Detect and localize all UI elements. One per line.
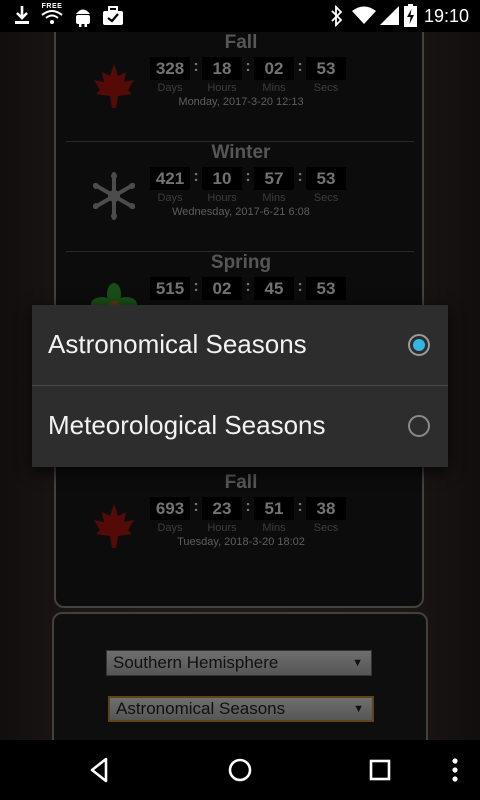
radio-button-checked[interactable] xyxy=(408,334,430,356)
wifi-waves-icon xyxy=(41,10,63,24)
back-icon[interactable] xyxy=(84,754,116,786)
wifi-badge-text: FREE xyxy=(41,3,63,10)
briefcase-check-icon xyxy=(103,6,123,25)
wifi-free-icon: FREE xyxy=(40,3,64,27)
option-meteorological-seasons[interactable]: Meteorological Seasons xyxy=(32,386,448,466)
option-label: Astronomical Seasons xyxy=(48,329,307,359)
wifi-icon xyxy=(352,6,376,24)
android-icon xyxy=(76,9,90,27)
status-bar: FREE 19:10 xyxy=(0,0,480,32)
cell-signal-icon xyxy=(380,6,399,25)
option-astronomical-seasons[interactable]: Astronomical Seasons xyxy=(32,305,448,385)
season-type-dialog: Astronomical Seasons Meteorological Seas… xyxy=(32,305,448,467)
radio-button-unchecked[interactable] xyxy=(408,415,430,437)
recents-icon[interactable] xyxy=(364,754,396,786)
home-icon[interactable] xyxy=(224,754,256,786)
clock: 19:10 xyxy=(423,6,469,26)
option-label: Meteorological Seasons xyxy=(48,410,326,440)
navigation-bar xyxy=(0,740,480,800)
download-icon xyxy=(15,6,29,24)
bluetooth-icon xyxy=(331,5,343,27)
overflow-menu-icon[interactable] xyxy=(440,754,470,786)
battery-charging-icon xyxy=(404,4,417,27)
